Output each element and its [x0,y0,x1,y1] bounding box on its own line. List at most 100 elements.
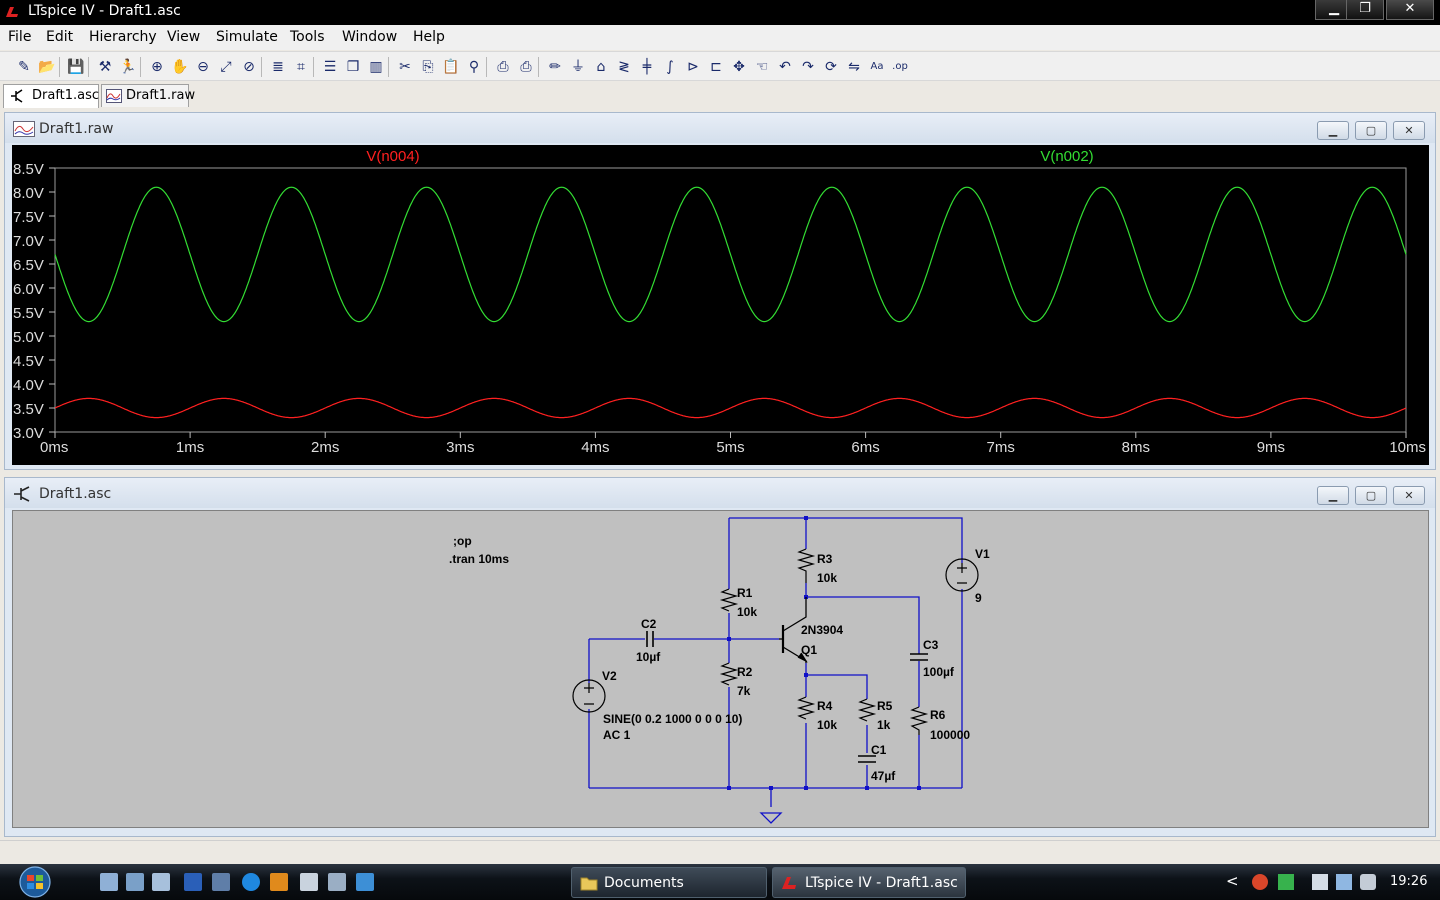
r6-value[interactable]: 100000 [930,728,970,742]
waveform-window-titlebar[interactable]: Draft1.raw ▁ ▢ ✕ [5,113,1435,143]
taskbar-ltspice-button[interactable]: LTspice IV - Draft1.asc [772,867,966,898]
schematic-minimize-button[interactable]: ▁ [1317,486,1349,505]
pan-icon[interactable]: ✋ [170,57,190,77]
menu-help[interactable]: Help [413,29,445,45]
v2-value[interactable]: SINE(0 0.2 1000 0 0 0 10) [603,712,742,726]
open-icon[interactable]: 📂 [37,57,57,77]
autorange-icon[interactable]: ≣ [268,57,288,77]
resistor-icon[interactable]: ≷ [614,57,634,77]
r5-value[interactable]: 1k [877,718,891,732]
close-button[interactable]: ✕ [1386,0,1434,20]
drag-icon[interactable]: ☜ [752,57,772,77]
zoom-fit-icon[interactable]: ⤢ [216,57,236,77]
quicklaunch-ie-icon[interactable] [242,873,260,891]
zoom-cancel-icon[interactable]: ⊘ [239,57,259,77]
spice-directive-icon[interactable]: .op [890,57,910,77]
maximize-button[interactable]: ❐ [1346,0,1384,20]
resistor-r3-symbol[interactable] [796,548,816,583]
v2-ac-value[interactable]: AC 1 [603,728,631,742]
control-panel-icon[interactable]: ⚒ [95,57,115,77]
print-icon[interactable]: ⎙ [516,57,536,77]
r4-value[interactable]: 10k [817,718,837,732]
rotate-icon[interactable]: ⟳ [821,57,841,77]
taskbar-documents-button[interactable]: Documents [571,867,767,898]
save-icon[interactable]: 💾 [66,57,86,77]
capacitor-c3-symbol[interactable] [910,653,928,661]
cut-icon[interactable]: ✂ [395,57,415,77]
ground-icon[interactable]: ⏚ [568,57,588,77]
quicklaunch-notes-icon[interactable] [300,873,318,891]
menu-window[interactable]: Window [342,29,397,45]
cascade-icon[interactable]: ❐ [343,57,363,77]
menu-file[interactable]: File [8,29,31,45]
q1-model[interactable]: 2N3904 [801,623,843,637]
r2-value[interactable]: 7k [737,684,751,698]
tray-security-icon[interactable] [1252,874,1268,890]
quicklaunch-explorer-icon[interactable] [100,873,118,891]
wire-icon[interactable]: ✏ [545,57,565,77]
menu-tools[interactable]: Tools [290,29,325,45]
component-icon[interactable]: ⊏ [706,57,726,77]
paste-icon[interactable]: 📋 [441,57,461,77]
mirror-icon[interactable]: ⇋ [844,57,864,77]
undo-icon[interactable]: ↶ [775,57,795,77]
grid-icon[interactable]: ⌗ [291,57,311,77]
legend-label-vn002[interactable]: V(n002) [1040,148,1093,165]
tab-draft1-asc[interactable]: Draft1.asc [3,84,99,108]
label-net-icon[interactable]: ⌂ [591,57,611,77]
tab-draft1-raw[interactable]: Draft1.raw [101,84,195,107]
schematic-window-titlebar[interactable]: Draft1.asc ▁ ▢ ✕ [5,478,1435,508]
menu-simulate[interactable]: Simulate [216,29,278,45]
zoom-out-icon[interactable]: ⊖ [193,57,213,77]
quicklaunch-media-icon[interactable] [270,873,288,891]
find-icon[interactable]: ⚲ [464,57,484,77]
menu-hierarchy[interactable]: Hierarchy [89,29,157,45]
waveform-plot-area[interactable]: 3.0V 3.5V 4.0V 4.5V 5.0V 5.5V 6.0V 6.5V 7.0V 7.5V… [12,145,1429,465]
v1-value[interactable]: 9 [975,591,982,605]
legend-label-vn004[interactable]: V(n004) [366,148,419,165]
c3-value[interactable]: 100µf [923,665,955,679]
run-icon[interactable]: 🏃 [118,57,138,77]
quicklaunch-desktop-icon[interactable] [184,873,202,891]
capacitor-icon[interactable]: ╪ [637,57,657,77]
directive-tran[interactable]: .tran 10ms [449,552,509,566]
move-icon[interactable]: ✥ [729,57,749,77]
schematic-drawing[interactable]: ;op .tran 10ms R1 10k R2 7k R3 10k R4 10… [13,511,1428,827]
schematic-restore-button[interactable]: ▢ [1355,486,1387,505]
voltage-source-v2-symbol[interactable] [572,679,606,713]
tray-volume-icon[interactable] [1360,874,1376,890]
tile-vertical-icon[interactable]: ▥ [366,57,386,77]
tray-expand-chevron-icon[interactable]: < [1226,872,1239,890]
taskbar-clock[interactable]: 19:26 [1390,874,1427,889]
r1-value[interactable]: 10k [737,605,757,619]
quicklaunch-app-icon[interactable] [328,873,346,891]
quicklaunch-window-icon[interactable] [212,873,230,891]
schematic-close-button[interactable]: ✕ [1393,486,1425,505]
schematic-canvas[interactable]: ;op .tran 10ms R1 10k R2 7k R3 10k R4 10… [12,510,1429,828]
series-line-vn002[interactable] [54,186,1407,323]
voltage-source-v1-symbol[interactable] [945,558,979,592]
redo-icon[interactable]: ↷ [798,57,818,77]
resistor-r6-symbol[interactable] [909,706,929,735]
text-icon[interactable]: Aa [867,57,887,77]
series-line-vn004[interactable] [54,397,1407,419]
resistor-r5-symbol[interactable] [857,698,877,722]
menu-edit[interactable]: Edit [46,29,73,45]
quicklaunch-document-icon[interactable] [152,873,170,891]
menu-view[interactable]: View [167,29,200,45]
tile-horizontal-icon[interactable]: ☰ [320,57,340,77]
tray-network-icon[interactable] [1336,874,1352,890]
resistor-r1-symbol[interactable] [719,588,739,612]
zoom-in-icon[interactable]: ⊕ [147,57,167,77]
print-setup-icon[interactable]: ⎙ [493,57,513,77]
tray-device-icon[interactable] [1312,874,1328,890]
directive-op[interactable]: ;op [453,534,472,548]
c2-value[interactable]: 10µf [636,650,661,664]
waveform-minimize-button[interactable]: ▁ [1317,121,1349,140]
diode-icon[interactable]: ⊳ [683,57,703,77]
resistor-r2-symbol[interactable] [719,662,739,686]
new-schematic-icon[interactable]: ✎ [14,57,34,77]
quicklaunch-folder-icon[interactable] [126,873,144,891]
r3-value[interactable]: 10k [817,571,837,585]
start-button[interactable] [10,865,60,900]
